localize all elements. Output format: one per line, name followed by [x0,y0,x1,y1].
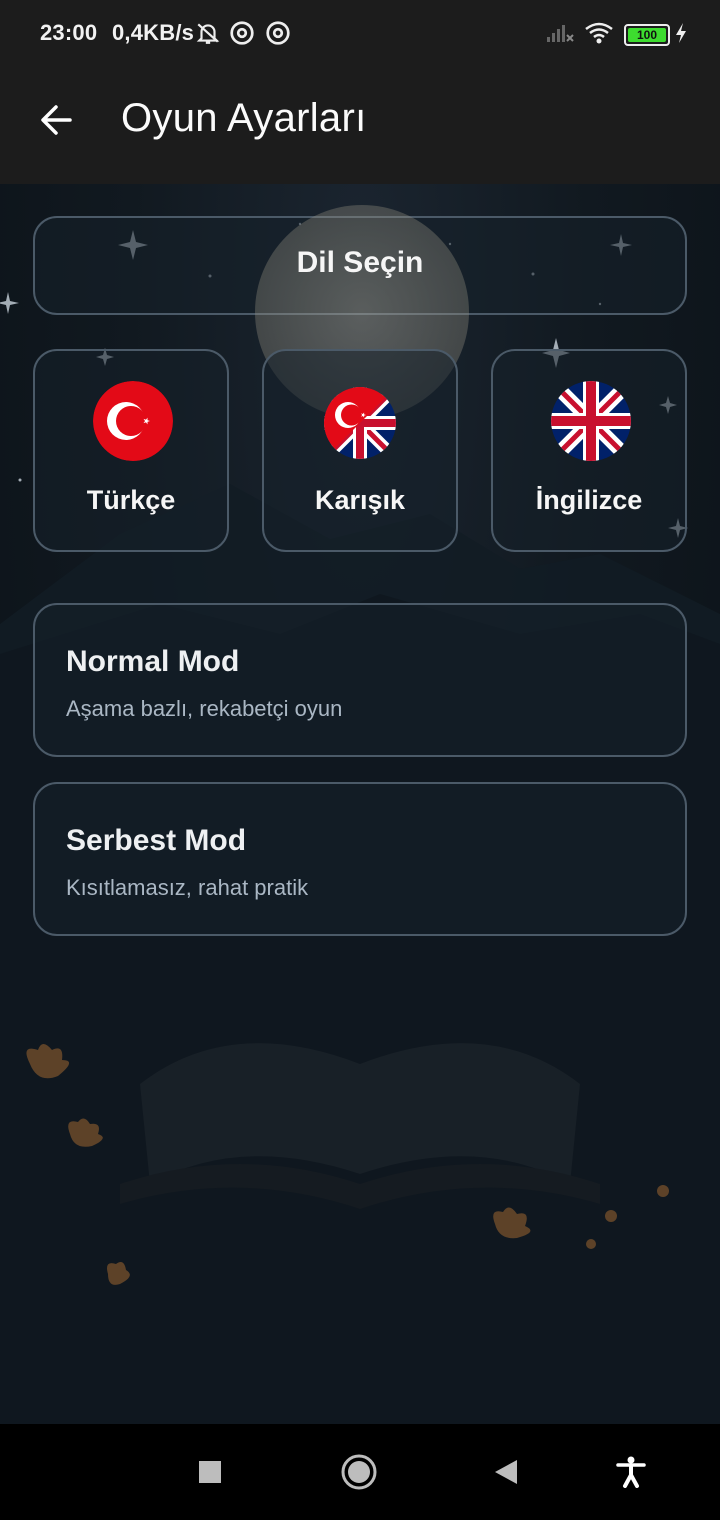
normal-mode-card[interactable]: Normal Mod Aşama bazlı, rekabetçi oyun [33,603,687,757]
mode-subtitle: Aşama bazlı, rekabetçi oyun [66,696,343,721]
language-section-title-wrap: Dil Seçin [33,216,687,315]
mode-title: Serbest Mod [66,824,247,857]
free-mode-card[interactable]: Serbest Mod Kısıtlamasız, rahat pratik [33,782,687,936]
bell-off-icon [196,23,220,44]
at-sign-icon [266,21,290,45]
language-option-english[interactable]: İngilizce [491,349,687,552]
language-section-title: Dil Seçin [296,246,424,279]
language-label: İngilizce [535,485,643,515]
circle-home-icon [341,1454,377,1490]
page-title: Oyun Ayarları [121,96,367,140]
accessibility-icon [616,1456,646,1488]
navigation-bar [0,1424,720,1520]
battery-icon: 100 [624,24,670,46]
uk-flag-icon [551,381,631,461]
status-network-speed: 0,4KB/s [112,20,195,45]
arrow-left-icon [41,105,72,135]
app-bar: Oyun Ayarları [0,62,720,184]
battery-level: 100 [636,28,658,42]
system-back-button[interactable] [482,1448,530,1496]
signal-off-icon [547,25,574,42]
home-button[interactable] [335,1448,383,1496]
language-option-mixed[interactable]: Karışık [262,349,458,552]
accessibility-button[interactable] [607,1448,655,1496]
triangle-back-icon [495,1460,517,1484]
back-button[interactable] [28,92,84,148]
charging-icon [676,23,686,43]
mode-subtitle: Kısıtlamasız, rahat pratik [66,875,309,900]
recent-apps-button[interactable] [186,1448,234,1496]
square-icon [199,1461,221,1483]
at-sign-icon [230,21,254,45]
language-label: Türkçe [86,485,176,515]
status-time: 23:00 [40,20,98,45]
language-option-turkish[interactable]: Türkçe [33,349,229,552]
wifi-icon [585,22,613,44]
screen: 23:00 0,4KB/s 100 Oyun Ayarları Dil Seçi… [0,0,720,1520]
language-label: Karışık [314,485,406,515]
turkey-flag-icon [93,381,173,461]
mixed-flag-icon [324,387,396,459]
mode-title: Normal Mod [66,645,240,678]
status-bar: 23:00 0,4KB/s 100 [0,0,720,62]
